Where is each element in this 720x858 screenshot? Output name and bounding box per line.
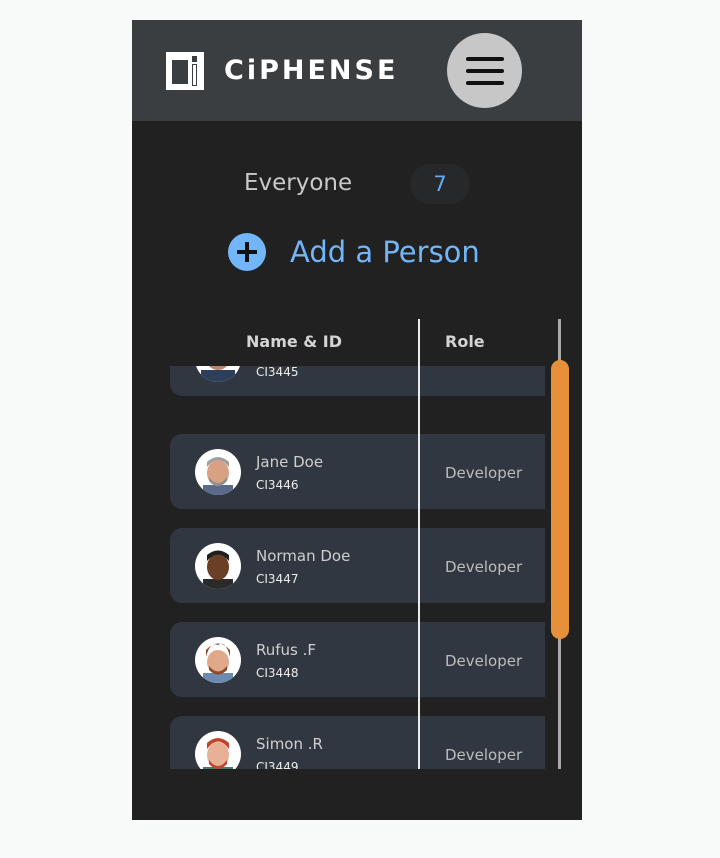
add-person-label: Add a Person [290,235,480,269]
table-row[interactable]: Jane Doe CI3446 Developer [170,434,545,509]
person-role: Developer [445,746,523,764]
avatar [195,731,241,769]
people-list[interactable]: CI3445 Jane Doe CI3446 Developer Norman … [170,366,545,769]
table-row[interactable]: CI3445 [170,366,545,396]
hamburger-icon [465,56,504,85]
scrollbar-thumb[interactable] [551,360,569,639]
app-logo-text: CiPHENSE [224,55,399,86]
avatar [195,366,241,382]
person-id: CI3448 [256,666,299,680]
person-role: Developer [445,464,523,482]
avatar [195,449,241,495]
person-role: Developer [445,558,523,576]
ciphense-logo-icon [166,52,204,90]
person-id: CI3445 [256,366,299,379]
everyone-label: Everyone [244,170,353,196]
person-role: Developer [445,652,523,670]
person-id: CI3449 [256,760,299,769]
avatar [195,543,241,589]
table-row[interactable]: Simon .R CI3449 Developer [170,716,545,769]
column-header-role: Role [445,332,485,351]
column-divider [418,319,420,769]
person-id: CI3447 [256,572,299,586]
avatar [195,637,241,683]
add-person-button[interactable]: Add a Person [228,232,480,272]
person-name: Jane Doe [256,453,324,471]
plus-circle-icon [228,233,266,271]
person-name: Norman Doe [256,547,351,565]
app-frame: CiPHENSE Everyone 7 Add a Person Name & … [132,20,582,820]
column-header-name: Name & ID [246,332,343,351]
table-header: Name & ID Role [170,320,545,366]
people-count-badge: 7 [410,164,470,204]
menu-button[interactable] [447,33,522,108]
person-id: CI3446 [256,478,299,492]
app-header: CiPHENSE [132,20,582,121]
person-name: Rufus .F [256,641,317,659]
table-row[interactable]: Rufus .F CI3448 Developer [170,622,545,697]
person-name: Simon .R [256,735,323,753]
table-row[interactable]: Norman Doe CI3447 Developer [170,528,545,603]
